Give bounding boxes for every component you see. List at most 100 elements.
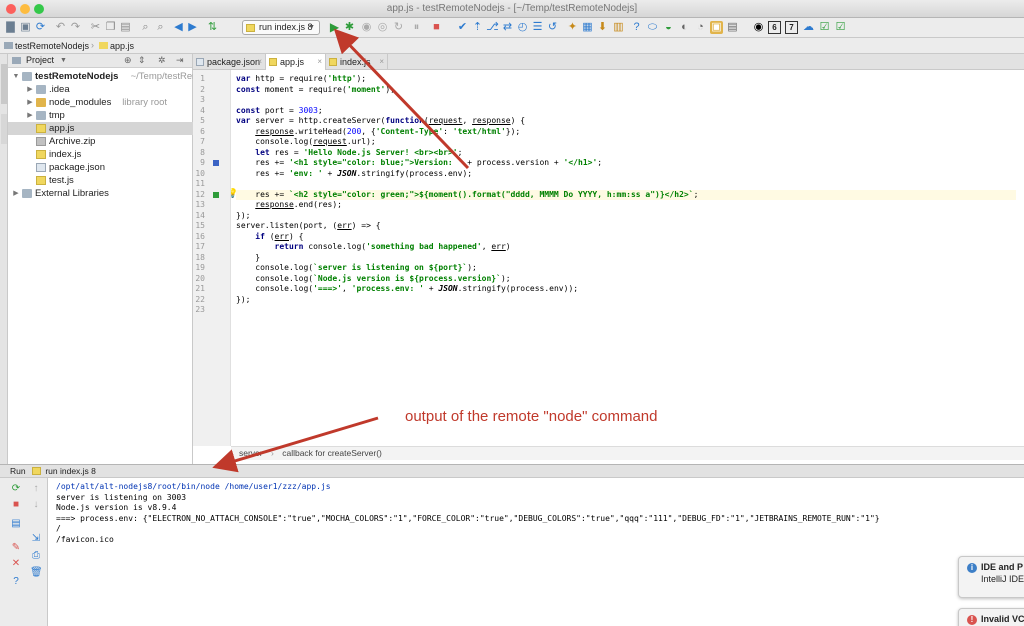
eye-icon[interactable]: ◉ — [752, 21, 765, 34]
line-number[interactable]: 12 — [191, 190, 205, 201]
settings-icon[interactable]: ✦ — [566, 21, 579, 34]
scroll-down-icon[interactable]: ↓ — [30, 499, 42, 511]
code-line[interactable]: }); — [236, 295, 1016, 306]
tab-package-json[interactable]: package.json × — [193, 54, 266, 70]
soft-wrap-icon[interactable]: ⇲ — [30, 533, 42, 545]
console-line[interactable]: Node.js version is v8.9.4 — [56, 503, 176, 514]
tree-item[interactable]: ▶ .idea — [8, 83, 193, 96]
terminal-icon[interactable]: ◐ — [678, 21, 691, 34]
breadcrumb-project[interactable]: testRemoteNodejs — [4, 40, 89, 52]
tree-item[interactable]: index.js — [8, 148, 193, 161]
code-line[interactable]: console.log('===>', 'process.env: ' + JS… — [236, 284, 1016, 295]
line-number[interactable]: 10 — [191, 169, 205, 180]
line-number[interactable]: 23 — [191, 305, 205, 316]
collapse-icon[interactable]: ⇕ — [138, 54, 146, 67]
vcs-update-icon[interactable]: ✔ — [456, 21, 469, 34]
code-line[interactable] — [236, 95, 1016, 106]
checkmark-icon[interactable]: ☑ — [818, 21, 831, 34]
layout-icon[interactable]: ▤ — [10, 518, 22, 530]
redo-icon[interactable]: ↷ — [69, 21, 82, 34]
open-folder-icon[interactable]: ▇ — [4, 21, 17, 34]
hide-icon[interactable]: ⇥ — [176, 54, 184, 67]
vcs-annotate-icon[interactable]: ☰ — [531, 21, 544, 34]
sdk-manager-icon[interactable]: ⬇ — [596, 21, 609, 34]
vcs-compare-icon[interactable]: ⇄ — [501, 21, 514, 34]
line-number[interactable]: 2 — [191, 85, 205, 96]
close-icon[interactable]: × — [257, 54, 262, 70]
code-line[interactable]: var http = require('http'); — [236, 74, 1016, 85]
vcs-revert-icon[interactable]: ↺ — [546, 21, 559, 34]
tree-item[interactable]: ▶ tmp — [8, 109, 193, 122]
tree-item[interactable]: ▶ node_modules library root — [8, 96, 193, 109]
vcs-commit-icon[interactable]: ⇡ — [471, 21, 484, 34]
close-icon[interactable]: × — [317, 54, 322, 70]
console-line[interactable]: / — [56, 524, 61, 535]
code-line[interactable]: let res = 'Hello Node.js Server! <br><br… — [236, 148, 1016, 159]
cut-icon[interactable]: ✂ — [89, 21, 102, 34]
editor-gutter[interactable]: 1 2 3 4 5 6 7 8 9 10 11 12 13 14 15 16 17 18 19 20 21 22 23 — [193, 70, 231, 446]
chevron-right-icon[interactable]: ▶ — [12, 187, 20, 200]
sync-icon[interactable]: ⟳ — [34, 21, 47, 34]
code-line[interactable]: res += `<h2 style="color: green;">${mome… — [236, 189, 1016, 200]
line-number[interactable]: 11 — [191, 179, 205, 190]
code-line[interactable]: res += 'env: ' + JSON.stringify(process.… — [236, 169, 1016, 180]
scroll-up-icon[interactable]: ↑ — [30, 483, 42, 495]
line-number[interactable]: 7 — [191, 137, 205, 148]
scope-label[interactable]: server — [239, 448, 263, 458]
save-all-icon[interactable]: ▣ — [19, 21, 32, 34]
code-line[interactable]: response.writeHead(200, {'Content-Type':… — [236, 127, 1016, 138]
task-icon[interactable]: ▥ — [612, 21, 625, 34]
line-number[interactable]: 5 — [191, 116, 205, 127]
clear-icon[interactable]: 🗑 — [30, 567, 43, 579]
code-line[interactable]: const port = 3003; — [236, 106, 1016, 117]
line-number[interactable]: 9 — [191, 158, 205, 169]
notification-ide[interactable]: i IDE and P IntelliJ IDE — [958, 556, 1024, 598]
badge-6-icon[interactable]: 6 — [768, 21, 781, 34]
run-console[interactable]: /opt/alt/alt-nodejs8/root/bin/node /home… — [48, 478, 1024, 626]
pause-icon[interactable]: ⏸ — [410, 21, 423, 34]
tree-item[interactable]: package.json — [8, 161, 193, 174]
console-line[interactable]: ===> process.env: {"ELECTRON_NO_ATTACH_C… — [56, 514, 880, 525]
tree-item[interactable]: app.js — [8, 122, 193, 135]
chevron-right-icon[interactable]: ▶ — [26, 109, 34, 122]
line-number[interactable]: 20 — [191, 274, 205, 285]
line-number[interactable]: 19 — [191, 263, 205, 274]
code-line[interactable]: }); — [236, 211, 1016, 222]
tree-item[interactable]: Archive.zip — [8, 135, 193, 148]
code-line[interactable] — [236, 179, 1016, 190]
line-number[interactable]: 22 — [191, 295, 205, 306]
run-panel-label[interactable]: Run — [10, 466, 26, 476]
pin-icon[interactable]: ✎ — [10, 542, 22, 554]
chevron-right-icon[interactable]: ▶ — [26, 83, 34, 96]
run-button[interactable]: ▶ — [328, 21, 341, 34]
line-number[interactable]: 15 — [191, 221, 205, 232]
code-line[interactable]: } — [236, 253, 1016, 264]
code-line[interactable]: return console.log('something bad happen… — [236, 242, 1016, 253]
line-number[interactable]: 13 — [191, 200, 205, 211]
structure-icon[interactable]: ▤ — [726, 21, 739, 34]
code-line[interactable]: server.listen(port, (err) => { — [236, 221, 1016, 232]
badge-7-icon[interactable]: 7 — [785, 21, 798, 34]
line-number[interactable]: 21 — [191, 284, 205, 295]
stop-button[interactable]: ■ — [430, 21, 443, 34]
help-icon[interactable]: ? — [630, 21, 643, 34]
locate-icon[interactable]: ⊕ — [124, 54, 132, 67]
console-line[interactable]: /opt/alt/alt-nodejs8/root/bin/node /home… — [56, 482, 331, 493]
vcs-history-icon[interactable]: ◴ — [516, 21, 529, 34]
profile-icon[interactable]: ◎ — [376, 21, 389, 34]
code-line[interactable]: response.end(res); — [236, 200, 1016, 211]
intention-bulb-icon[interactable]: 💡 — [231, 188, 238, 199]
todo-icon[interactable]: ☑ — [834, 21, 847, 34]
line-number[interactable]: 1 — [191, 74, 205, 85]
debug-icon[interactable]: ✱ — [343, 21, 356, 34]
code-line[interactable]: if (err) { — [236, 232, 1016, 243]
code-editor[interactable]: var http = require('http'); const moment … — [231, 70, 1024, 446]
line-number[interactable]: 18 — [191, 253, 205, 264]
tree-item[interactable]: ▼ testRemoteNodejs ~/Temp/testRem — [8, 70, 201, 83]
database-icon[interactable]: ◔ — [694, 21, 707, 34]
tree-item[interactable]: ▶ External Libraries — [8, 187, 193, 200]
code-line[interactable]: console.log(request.url); — [236, 137, 1016, 148]
build-icon[interactable]: ⇅ — [206, 21, 219, 34]
console-line[interactable]: server is listening on 3003 — [56, 493, 186, 504]
context-label[interactable]: callback for createServer() — [282, 448, 382, 458]
